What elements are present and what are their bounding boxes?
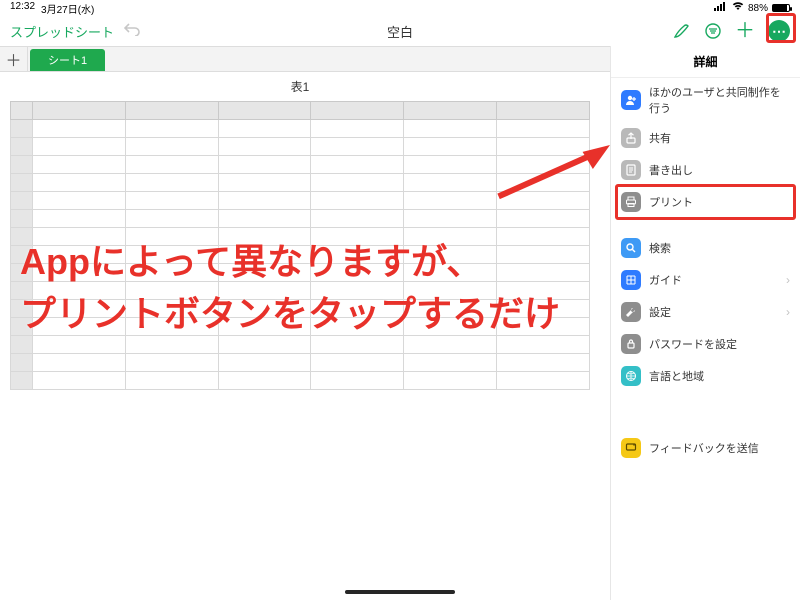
home-indicator bbox=[345, 590, 455, 594]
signal-icon bbox=[714, 2, 728, 14]
annotation-line-1: Appによって異なりますが、 bbox=[20, 238, 482, 287]
menu-label: ほかのユーザと共同制作を行う bbox=[649, 84, 790, 116]
chevron-right-icon: › bbox=[786, 305, 790, 319]
annotation-line-2: プリントボタンをタップするだけ bbox=[20, 290, 560, 339]
menu-label: 共有 bbox=[649, 130, 671, 146]
sheet-tab-1-label: シート1 bbox=[48, 52, 87, 68]
brush-icon[interactable] bbox=[672, 22, 690, 40]
menu-label: 書き出し bbox=[649, 162, 693, 178]
battery-pct: 88% bbox=[748, 3, 768, 14]
menu-label: ガイド bbox=[649, 272, 682, 288]
printer-icon bbox=[621, 192, 641, 212]
search-icon bbox=[621, 238, 641, 258]
app-screenshot: 12:32 3月27日(水) 88% スプレッドシート 空白 bbox=[0, 0, 800, 600]
menu-search[interactable]: 検索 bbox=[611, 232, 800, 264]
feedback-icon bbox=[621, 438, 641, 458]
menu-label: 言語と地域 bbox=[649, 368, 704, 384]
back-button[interactable]: スプレッドシート bbox=[10, 22, 114, 41]
sheet-tab-1[interactable]: シート1 bbox=[30, 49, 105, 71]
sheet-tab-bar: ＋ シート1 bbox=[0, 46, 610, 72]
details-panel-title: 詳細 bbox=[611, 46, 800, 78]
guide-icon bbox=[621, 270, 641, 290]
status-date: 3月27日(水) bbox=[41, 1, 94, 16]
menu-share[interactable]: 共有 bbox=[611, 122, 800, 154]
menu-label: 設定 bbox=[649, 304, 671, 320]
highlight-more-button bbox=[766, 13, 796, 43]
menu-label: パスワードを設定 bbox=[649, 336, 737, 352]
document-title[interactable]: 空白 bbox=[387, 22, 413, 41]
battery-icon bbox=[772, 4, 790, 12]
wifi-icon bbox=[732, 2, 744, 14]
details-panel: 詳細 ほかのユーザと共同制作を行う 共有 書き出し bbox=[610, 46, 800, 600]
menu-password[interactable]: パスワードを設定 bbox=[611, 328, 800, 360]
chevron-right-icon: › bbox=[786, 273, 790, 287]
navigation-bar: スプレッドシート 空白 ＋ ⋯ bbox=[0, 16, 800, 46]
lock-icon bbox=[621, 334, 641, 354]
spreadsheet-area[interactable]: 表1 bbox=[10, 72, 590, 390]
menu-language[interactable]: 言語と地域 bbox=[611, 360, 800, 392]
menu-label: 検索 bbox=[649, 240, 671, 256]
details-menu: ほかのユーザと共同制作を行う 共有 書き出し プリント bbox=[611, 78, 800, 464]
menu-print[interactable]: プリント bbox=[611, 186, 800, 218]
wrench-icon bbox=[621, 302, 641, 322]
status-time: 12:32 bbox=[10, 1, 35, 16]
highlight-print bbox=[615, 184, 796, 220]
menu-separator bbox=[611, 392, 800, 432]
add-icon[interactable]: ＋ bbox=[736, 22, 754, 40]
menu-separator bbox=[611, 218, 800, 232]
menu-label: プリント bbox=[649, 194, 693, 210]
add-sheet-button[interactable]: ＋ bbox=[0, 47, 28, 71]
person-add-icon bbox=[621, 90, 641, 110]
status-bar: 12:32 3月27日(水) 88% bbox=[0, 0, 800, 16]
globe-icon bbox=[621, 366, 641, 386]
undo-icon[interactable] bbox=[124, 22, 140, 41]
menu-export[interactable]: 書き出し bbox=[611, 154, 800, 186]
filter-icon[interactable] bbox=[704, 22, 722, 40]
share-icon bbox=[621, 128, 641, 148]
export-icon bbox=[621, 160, 641, 180]
menu-feedback[interactable]: フィードバックを送信 bbox=[611, 432, 800, 464]
menu-label: フィードバックを送信 bbox=[649, 440, 759, 456]
menu-guide[interactable]: ガイド › bbox=[611, 264, 800, 296]
menu-collaborate[interactable]: ほかのユーザと共同制作を行う bbox=[611, 78, 800, 122]
menu-settings[interactable]: 設定 › bbox=[611, 296, 800, 328]
table-title[interactable]: 表1 bbox=[10, 72, 590, 101]
